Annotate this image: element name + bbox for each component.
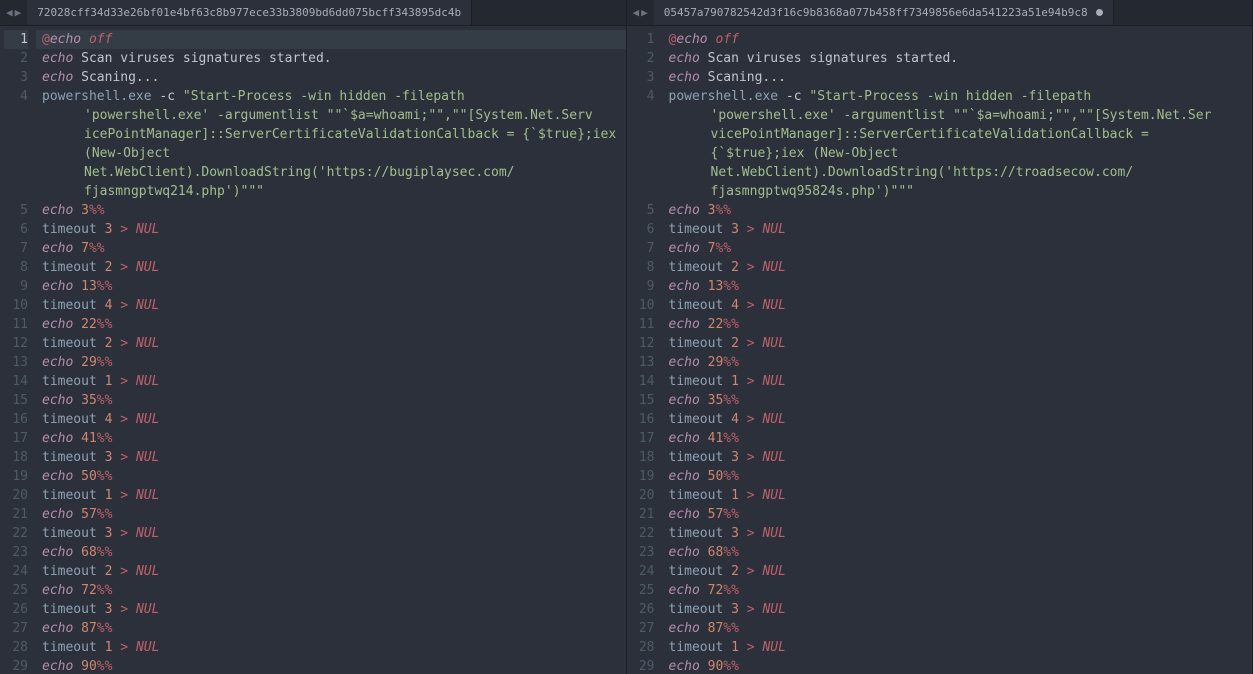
editor-left[interactable]: 1234567891011121314151617181920212223242… xyxy=(0,26,626,674)
gutter-right: 1234567891011121314151617181920212223242… xyxy=(627,26,663,674)
tab-bar-right: ◀ ▶ 05457a790782542d3f16c9b8368a077b458f… xyxy=(627,0,1253,26)
gutter-left: 1234567891011121314151617181920212223242… xyxy=(0,26,36,674)
nav-right-icon[interactable]: ▶ xyxy=(641,6,648,19)
editor-right[interactable]: 1234567891011121314151617181920212223242… xyxy=(627,26,1253,674)
code-left[interactable]: @echo offecho Scan viruses signatures st… xyxy=(36,26,626,674)
nav-right-icon[interactable]: ▶ xyxy=(15,6,22,19)
tab-nav-arrows[interactable]: ◀ ▶ xyxy=(627,6,654,19)
nav-left-icon[interactable]: ◀ xyxy=(633,6,640,19)
tab-bar-left: ◀ ▶ 72028cff34d33e26bf01e4bf63c8b977ece3… xyxy=(0,0,626,26)
nav-left-icon[interactable]: ◀ xyxy=(6,6,13,19)
file-tab-left[interactable]: 72028cff34d33e26bf01e4bf63c8b977ece33b38… xyxy=(27,0,472,25)
code-right[interactable]: @echo offecho Scan viruses signatures st… xyxy=(663,26,1253,674)
dirty-indicator-icon xyxy=(1096,9,1103,16)
tab-title: 72028cff34d33e26bf01e4bf63c8b977ece33b38… xyxy=(37,6,461,19)
tab-nav-arrows[interactable]: ◀ ▶ xyxy=(0,6,27,19)
editor-pane-right: ◀ ▶ 05457a790782542d3f16c9b8368a077b458f… xyxy=(627,0,1253,674)
file-tab-right[interactable]: 05457a790782542d3f16c9b8368a077b458ff734… xyxy=(654,0,1114,25)
editor-pane-left: ◀ ▶ 72028cff34d33e26bf01e4bf63c8b977ece3… xyxy=(0,0,627,674)
tab-title: 05457a790782542d3f16c9b8368a077b458ff734… xyxy=(664,6,1088,19)
